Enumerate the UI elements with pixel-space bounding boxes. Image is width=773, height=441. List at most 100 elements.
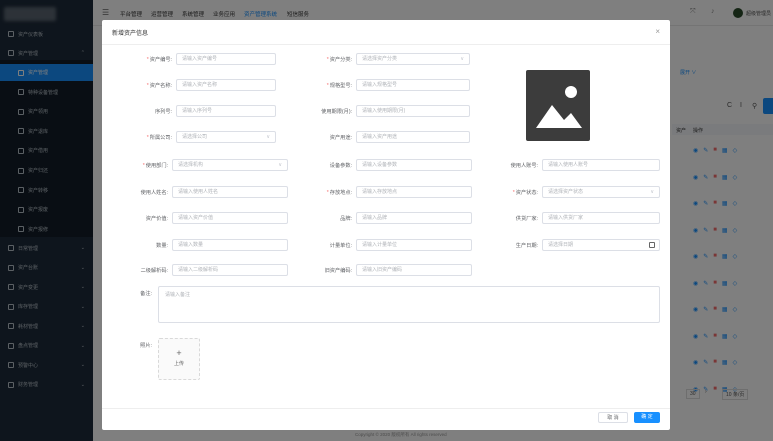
field-label-qty: 数量: xyxy=(114,242,168,249)
field-label-text: 生产日期: xyxy=(515,243,538,249)
name-input[interactable]: 请输入资产名称 xyxy=(176,79,276,91)
dialog-title: 新增资产信息 xyxy=(112,31,149,37)
code2-input[interactable]: 请输入二级解析码 xyxy=(172,264,288,276)
placeholder: 请输入使用人姓名 xyxy=(178,189,219,195)
location-input[interactable]: 请输入存放地点 xyxy=(356,186,472,198)
required-marker: * xyxy=(146,57,149,63)
company-select[interactable]: 请选择公司 ∨ xyxy=(176,131,276,143)
field-label-vendor: 供货厂家: xyxy=(482,215,538,222)
field-label-model: *规格型号: xyxy=(277,82,352,89)
field-label-text: 供货厂家: xyxy=(515,216,538,222)
field-label-price: 资产价值: xyxy=(114,215,168,222)
term-input[interactable]: 请输入使用期限(月) xyxy=(356,105,470,117)
field-label-asset_no: *资产编号: xyxy=(114,56,172,63)
field-label-text: 资产名称: xyxy=(149,83,172,89)
divider xyxy=(102,44,670,45)
required-marker: * xyxy=(142,163,145,169)
required-marker: * xyxy=(146,135,149,141)
model-input[interactable]: 请输入规格型号 xyxy=(356,79,470,91)
field-label-text: 资产用途: xyxy=(329,135,352,141)
placeholder: 请输入资产价值 xyxy=(178,215,214,221)
placeholder: 请输入旧资产编码 xyxy=(362,267,403,273)
user_account-input[interactable]: 请输入使用人账号 xyxy=(542,159,660,171)
field-label-params: 设备参数: xyxy=(298,162,352,169)
field-label-text: 二级解析码: xyxy=(140,268,168,274)
footer-divider xyxy=(102,408,670,409)
field-label-text: 规格型号: xyxy=(329,83,352,89)
field-label-category: *资产分类: xyxy=(277,56,352,63)
field-label-text: 使用部门: xyxy=(145,163,168,169)
cancel-button[interactable]: 取 消 xyxy=(598,412,628,423)
brand-input[interactable]: 请输入品牌 xyxy=(356,212,472,224)
old_code-input[interactable]: 请输入旧资产编码 xyxy=(356,264,472,276)
placeholder: 请选择资产状态 xyxy=(548,189,584,195)
placeholder: 请输入规格型号 xyxy=(362,82,398,88)
remark-label: 备注: xyxy=(140,291,152,297)
placeholder: 请输入计量单位 xyxy=(362,242,398,248)
placeholder: 请输入序列号 xyxy=(182,108,213,114)
status-select[interactable]: 请选择资产状态 ∨ xyxy=(542,186,660,198)
field-label-serial: 序列号: xyxy=(114,108,172,115)
calendar-icon xyxy=(649,242,655,248)
vendor-input[interactable]: 请输入供货厂家 xyxy=(542,212,660,224)
upload-label: 上传 xyxy=(173,361,184,367)
field-label-location: *存放地点: xyxy=(298,189,352,196)
placeholder: 请输入设备参数 xyxy=(362,162,398,168)
chevron-down-icon: ∨ xyxy=(650,189,654,195)
field-label-purpose: 资产用途: xyxy=(277,134,352,141)
placeholder: 请输入二级解析码 xyxy=(178,267,219,273)
params-input[interactable]: 请输入设备参数 xyxy=(356,159,472,171)
field-label-text: 计量单位: xyxy=(329,243,352,249)
asset_no-input[interactable]: 请输入资产编号 xyxy=(176,53,276,65)
field-label-name: *资产名称: xyxy=(114,82,172,89)
user_name-input[interactable]: 请输入使用人姓名 xyxy=(172,186,288,198)
field-label-old_code: 旧资产编码: xyxy=(298,267,352,274)
confirm-button[interactable]: 确 定 xyxy=(634,412,660,423)
field-label-date: 生产日期: xyxy=(482,242,538,249)
field-label-text: 使用人姓名: xyxy=(140,190,168,196)
field-label-text: 存放地点: xyxy=(329,190,352,196)
field-label-user_account: 使用人账号: xyxy=(482,162,538,169)
placeholder: 请输入使用期限(月) xyxy=(362,108,406,114)
placeholder: 请输入资产用途 xyxy=(362,134,398,140)
required-marker: * xyxy=(326,83,329,89)
image-placeholder xyxy=(526,70,590,141)
field-label-text: 数量: xyxy=(156,243,168,249)
price-input[interactable]: 请输入资产价值 xyxy=(172,212,288,224)
close-icon[interactable]: × xyxy=(655,27,660,36)
field-label-company: *所属公司: xyxy=(114,134,172,141)
placeholder: 请输入资产编号 xyxy=(182,56,218,62)
placeholder: 请选择日期 xyxy=(548,242,574,248)
required-marker: * xyxy=(326,57,329,63)
category-select[interactable]: 请选择资产分类 ∨ xyxy=(356,53,470,65)
upload-photo-button[interactable]: + 上传 xyxy=(158,338,200,380)
field-label-unit: 计量单位: xyxy=(298,242,352,249)
field-label-text: 使用人账号: xyxy=(510,163,538,169)
image-icon xyxy=(536,86,582,128)
placeholder: 请选择公司 xyxy=(182,134,208,140)
field-label-text: 资产价值: xyxy=(145,216,168,222)
field-label-text: 使用期限(月): xyxy=(321,109,352,115)
field-label-term: 使用期限(月): xyxy=(277,108,352,115)
required-marker: * xyxy=(146,83,149,89)
required-marker: * xyxy=(512,190,515,196)
field-label-dept: *使用部门: xyxy=(114,162,168,169)
remark-textarea[interactable]: 请输入备注 xyxy=(158,286,660,323)
placeholder: 请输入资产名称 xyxy=(182,82,218,88)
field-label-brand: 品牌: xyxy=(298,215,352,222)
unit-input[interactable]: 请输入计量单位 xyxy=(356,239,472,251)
chevron-down-icon: ∨ xyxy=(266,134,270,140)
placeholder: 请输入数量 xyxy=(178,242,204,248)
field-label-status: *资产状态: xyxy=(482,189,538,196)
date-datepicker[interactable]: 请选择日期 xyxy=(542,239,660,251)
qty-input[interactable]: 请输入数量 xyxy=(172,239,288,251)
plus-icon: + xyxy=(176,348,182,358)
photo-label: 照片: xyxy=(140,343,152,349)
placeholder: 请选择资产分类 xyxy=(362,56,398,62)
add-asset-dialog: 新增资产信息 × *资产编号: 请输入资产编号 *资产分类: 请选择资产分类 ∨ *资产名… xyxy=(102,20,670,430)
serial-input[interactable]: 请输入序列号 xyxy=(176,105,276,117)
purpose-input[interactable]: 请输入资产用途 xyxy=(356,131,470,143)
field-label-text: 品牌: xyxy=(340,216,352,222)
dept-select[interactable]: 请选择机构 ∨ xyxy=(172,159,288,171)
field-label-user_name: 使用人姓名: xyxy=(114,189,168,196)
